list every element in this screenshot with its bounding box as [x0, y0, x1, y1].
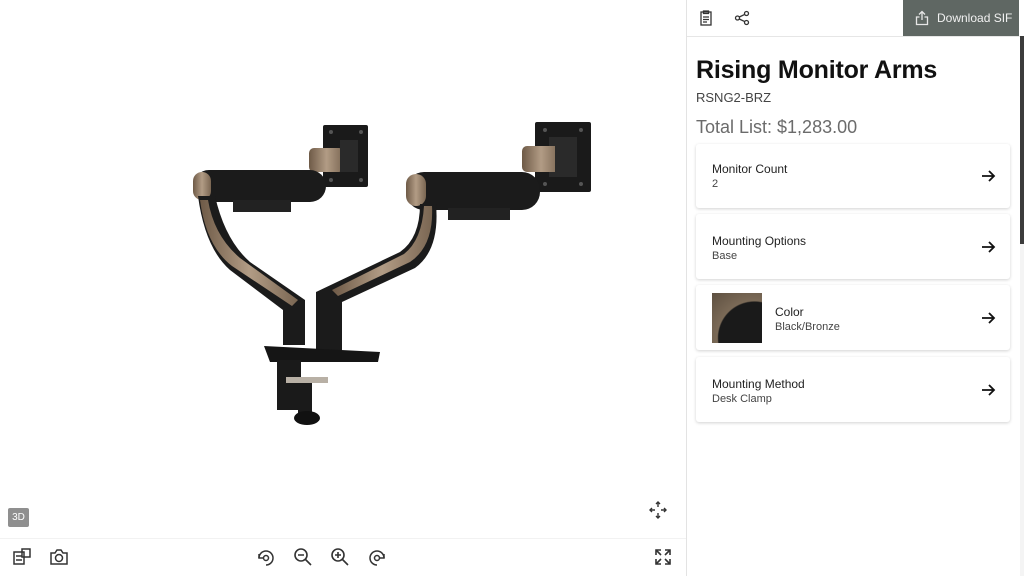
- fullscreen-icon[interactable]: [651, 545, 675, 569]
- camera-icon[interactable]: [47, 545, 71, 569]
- arrow-right-icon: [982, 170, 996, 182]
- download-sif-label: Download SIF: [937, 11, 1013, 25]
- upload-icon: [915, 10, 929, 26]
- recenter-icon[interactable]: [646, 498, 670, 522]
- download-sif-button[interactable]: Download SIF: [903, 0, 1019, 36]
- product-config-panel: Download SIF Rising Monitor Arms RSNG2-B…: [686, 0, 1024, 576]
- option-label: Mounting Method: [712, 377, 805, 391]
- arrow-right-icon: [982, 383, 996, 396]
- product-title: Rising Monitor Arms: [696, 56, 938, 84]
- option-label: Mounting Options: [712, 234, 807, 248]
- product-3d-viewer[interactable]: 3D: [0, 0, 686, 576]
- monitor-arm-model[interactable]: [0, 0, 686, 576]
- ar-view-icon[interactable]: [10, 545, 34, 569]
- option-value: Desk Clamp: [712, 393, 772, 405]
- zoom-out-icon[interactable]: [291, 545, 315, 569]
- option-value: 2: [712, 178, 719, 190]
- panel-header: Download SIF: [687, 0, 1024, 37]
- share-icon[interactable]: [731, 7, 753, 29]
- viewer-toolbar: [0, 538, 686, 577]
- panel-scrollbar-thumb[interactable]: [1020, 36, 1024, 244]
- zoom-in-icon[interactable]: [328, 545, 352, 569]
- view-mode-badge[interactable]: 3D: [8, 508, 29, 527]
- option-label: Monitor Count: [712, 162, 788, 176]
- color-swatch: [712, 293, 762, 343]
- arrow-right-icon: [982, 311, 996, 324]
- total-list-price: Total List: $1,283.00: [696, 117, 858, 137]
- option-value: Black/Bronze: [775, 321, 840, 333]
- clipboard-icon[interactable]: [695, 7, 717, 29]
- rotate-right-icon[interactable]: [365, 545, 389, 569]
- arrow-right-icon: [982, 240, 996, 253]
- rotate-left-icon[interactable]: [254, 545, 278, 569]
- option-label: Color: [775, 305, 804, 319]
- option-card-color[interactable]: Color Black/Bronze: [696, 285, 1010, 350]
- option-card-mounting-method[interactable]: Mounting Method Desk Clamp: [696, 357, 1010, 422]
- option-value: Base: [712, 250, 738, 262]
- option-card-mounting-options[interactable]: Mounting Options Base: [696, 214, 1010, 279]
- option-card-monitor-count[interactable]: Monitor Count 2: [696, 144, 1010, 208]
- product-sku: RSNG2-BRZ: [696, 90, 772, 105]
